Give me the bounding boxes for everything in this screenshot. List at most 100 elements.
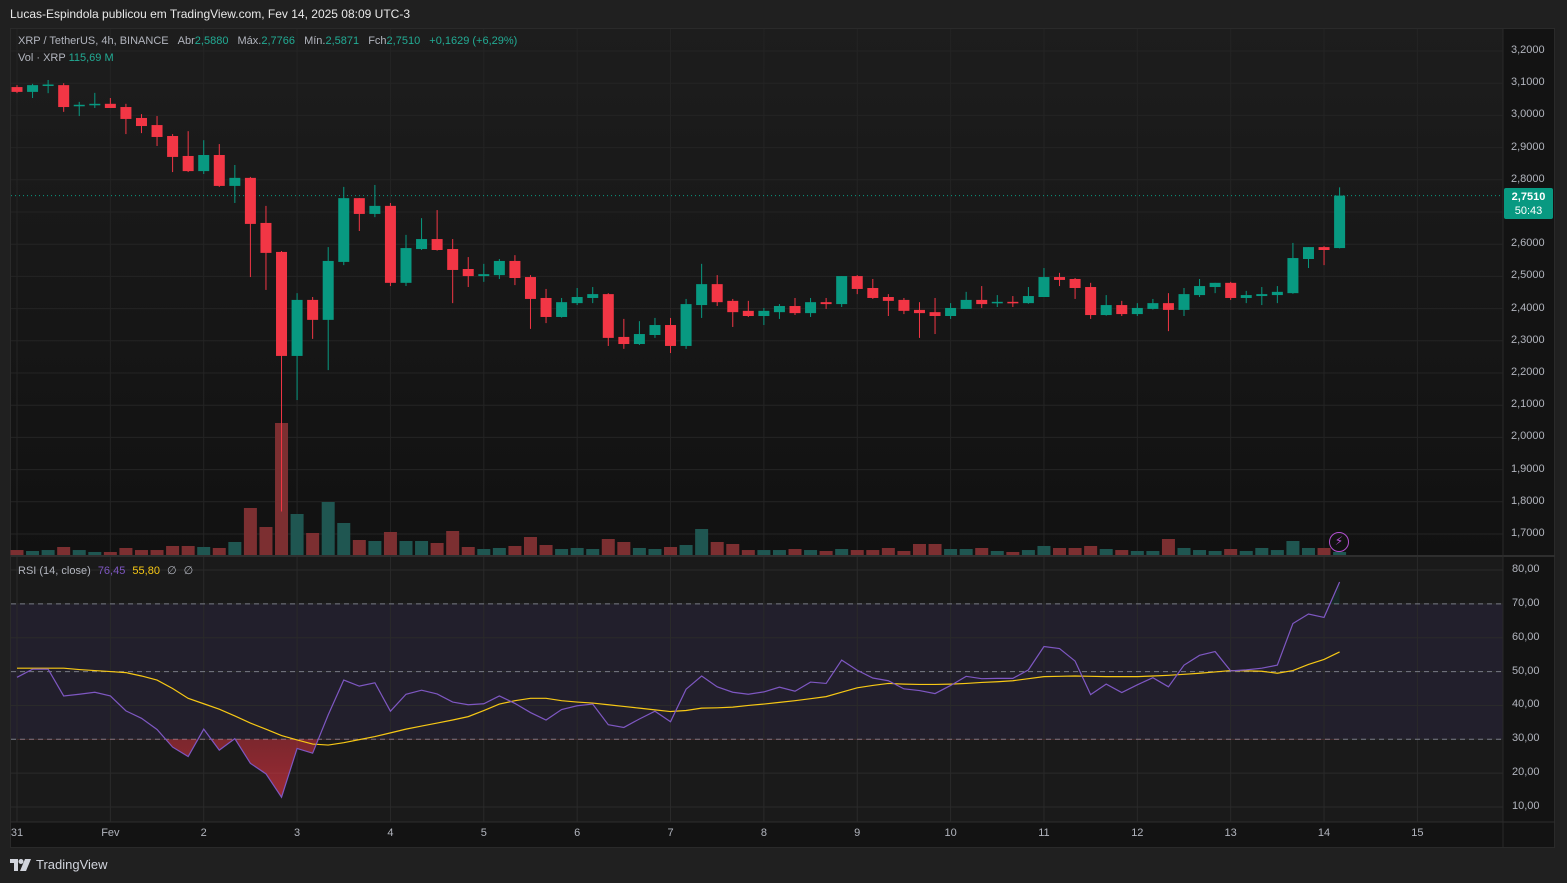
rsi-axis-label: 60,00 [1512, 630, 1540, 643]
volume-bar [1255, 547, 1269, 555]
volume-bar [804, 550, 818, 555]
date-label: 12 [1131, 827, 1144, 839]
volume-bar [819, 551, 833, 555]
volume-bar [134, 550, 148, 555]
candle [1334, 187, 1346, 249]
lightning-alert-icon[interactable]: ⚡ [1329, 532, 1349, 552]
bar-countdown: 50:43 [1514, 205, 1543, 217]
candle-body [851, 276, 863, 289]
volume-bar [1224, 549, 1238, 555]
candle-body [805, 302, 817, 314]
candle-body [1162, 303, 1174, 310]
date-label: 15 [1411, 827, 1424, 839]
volume-bar [197, 547, 211, 555]
candle-body [742, 310, 754, 317]
low-value: 2,5871 [325, 35, 360, 47]
volume-bar [103, 551, 117, 555]
candle [680, 298, 692, 349]
volume-bar [337, 523, 351, 555]
volume-bar [243, 507, 257, 555]
candle-body [1225, 282, 1237, 298]
candle-body [509, 260, 521, 279]
rsi-label: RSI (14, close) [18, 565, 91, 577]
price-axis-label: 2,9000 [1511, 140, 1545, 153]
candle-body [151, 125, 163, 137]
volume-bar [959, 549, 973, 555]
volume-legend[interactable]: Vol · XRP 115,69 M [18, 52, 114, 64]
volume-bar [772, 550, 786, 555]
volume-bar [866, 550, 880, 555]
volume-bar [1084, 545, 1098, 555]
rsi-axis-label: 20,00 [1512, 766, 1540, 779]
date-label: 14 [1317, 827, 1331, 839]
candle-body [42, 84, 54, 86]
candle-body [773, 306, 785, 313]
volume-bar [41, 550, 55, 555]
candle-body [291, 299, 303, 356]
price-axis-label: 3,0000 [1511, 108, 1545, 121]
volume-bar [726, 543, 740, 555]
volume-bar [477, 549, 491, 555]
high-label: Máx. [237, 35, 262, 47]
candle-body [167, 136, 179, 157]
volume-bar [555, 549, 569, 555]
volume-bar [664, 547, 678, 555]
candle-body [73, 104, 85, 107]
volume-bar [1115, 550, 1129, 555]
rsi-extra-2: ∅ [183, 565, 194, 577]
rsi-axis-label: 10,00 [1512, 800, 1540, 813]
candle-body [1131, 307, 1143, 315]
candle-body [633, 334, 645, 345]
candle-body [276, 251, 288, 356]
candle [836, 276, 848, 307]
volume-bar [72, 550, 86, 555]
volume-bar [990, 551, 1004, 555]
candle-body [462, 268, 474, 277]
volume-bar [492, 547, 506, 555]
candle-body [696, 284, 708, 306]
volume-bar [150, 550, 164, 555]
candle-body [322, 260, 334, 320]
candle-body [665, 325, 677, 346]
candle [1225, 281, 1237, 300]
volume-bar [1301, 547, 1315, 555]
candle-body [789, 306, 801, 314]
volume-bar [912, 543, 926, 555]
rsi-axis-label: 80,00 [1512, 563, 1540, 575]
candle-body [27, 85, 39, 92]
candle-body [1116, 305, 1128, 315]
volume-bar [523, 537, 537, 555]
candle-body [540, 297, 552, 317]
date-label: 13 [1224, 827, 1237, 839]
candle-body [898, 299, 910, 311]
candle-body [1287, 258, 1299, 294]
volume-bar [508, 545, 522, 555]
volume-bar [757, 550, 771, 555]
volume-bar [88, 551, 102, 555]
volume-bar [1239, 551, 1253, 555]
symbol-legend[interactable]: XRP / TetherUS, 4h, BINANCE Abr2,5880 Má… [18, 35, 517, 47]
volume-bar [1130, 551, 1144, 555]
chart-canvas[interactable] [0, 0, 1567, 883]
candle-body [991, 301, 1003, 304]
candle-body [400, 248, 412, 283]
volume-bar [586, 549, 600, 555]
candle-body [1302, 247, 1314, 260]
volume-bar [461, 547, 475, 555]
candle [338, 186, 350, 266]
rsi-axis-label: 50,00 [1512, 664, 1540, 677]
tradingview-logo[interactable]: TradingView [10, 857, 108, 872]
price-axis-label: 3,1000 [1511, 76, 1545, 89]
volume-bar [259, 527, 273, 555]
volume-bar [1053, 547, 1067, 555]
volume-bar [648, 549, 662, 555]
candle [384, 202, 396, 287]
high-value: 2,7766 [261, 35, 296, 47]
volume-bar [1037, 545, 1051, 555]
volume-bar [166, 545, 180, 555]
rsi-legend[interactable]: RSI (14, close) 76,45 55,80 ∅ ∅ [18, 564, 193, 577]
candle-body [820, 302, 832, 305]
volume-bar [881, 547, 895, 555]
volume-bar [383, 531, 397, 555]
candle-body [1256, 294, 1268, 297]
